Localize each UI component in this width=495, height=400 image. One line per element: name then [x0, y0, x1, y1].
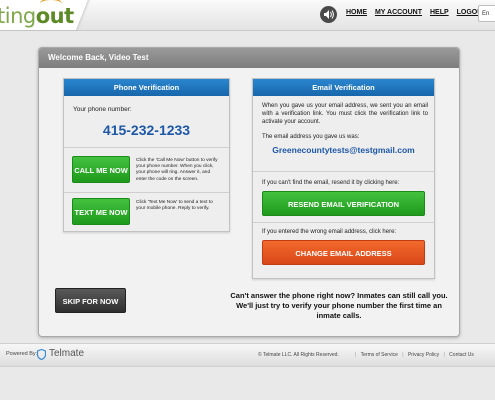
privacy-policy-link[interactable]: Privacy Policy [408, 352, 439, 358]
email-address-label: The email address you gave us was: [262, 134, 360, 140]
top-nav-links: HOME MY ACCOUNT HELP LOGOUT [346, 9, 493, 16]
footer-links: | Terms of Service | Privacy Policy | Co… [352, 352, 474, 358]
logo-main-text: ting [0, 4, 36, 28]
call-me-now-button[interactable]: CALL ME NOW [72, 156, 130, 183]
text-me-description: Click 'Text Me Now' to send a text to yo… [136, 200, 213, 212]
powered-by-label: Powered By: [6, 351, 38, 357]
speaker-icon[interactable] [320, 6, 337, 23]
text-me-now-button[interactable]: TEXT ME NOW [72, 198, 130, 225]
email-address-value: Greenecountytests@testgmail.com [272, 145, 415, 155]
phone-verification-title: Phone Verification [64, 79, 229, 96]
welcome-header: Welcome Back, Video Test [39, 48, 459, 68]
nav-home-link[interactable]: HOME [346, 9, 367, 16]
copyright-text: © Telmate LLC. All Rights Reserved. [258, 352, 339, 358]
top-navigation-bar: tingout HOME MY ACCOUNT HELP LOGOUT En [0, 0, 495, 31]
separator: | [402, 352, 404, 358]
site-logo[interactable]: tingout [0, 4, 74, 28]
separator: | [443, 352, 445, 358]
page-footer: Powered By: Telmate © Telmate LLC. All R… [0, 343, 495, 367]
divider [64, 147, 229, 148]
logo-accent-text: out [35, 4, 74, 28]
verification-panel: Welcome Back, Video Test Phone Verificat… [38, 47, 460, 337]
divider [253, 222, 434, 223]
call-me-description: Click the 'Call Me Now' button to verify… [136, 158, 218, 182]
phone-number-label: Your phone number: [73, 106, 132, 113]
email-verification-box: Email Verification When you gave us your… [252, 78, 435, 279]
change-email-prompt-text: If you entered the wrong email address, … [262, 229, 397, 235]
telmate-brand[interactable]: Telmate [49, 348, 84, 359]
email-intro-text: When you gave us your email address, we … [262, 103, 428, 126]
telmate-shield-icon [37, 349, 46, 360]
nav-help-link[interactable]: HELP [430, 9, 449, 16]
change-email-address-button[interactable]: CHANGE EMAIL ADDRESS [262, 240, 425, 265]
language-select[interactable]: En [478, 5, 495, 22]
skip-note-text: Can't answer the phone right now? Inmate… [230, 291, 448, 320]
divider [253, 171, 434, 172]
phone-verification-box: Phone Verification Your phone number: 41… [63, 78, 230, 232]
email-verification-title: Email Verification [253, 79, 434, 96]
resend-email-verification-button[interactable]: RESEND EMAIL VERIFICATION [262, 191, 425, 216]
divider [64, 192, 229, 193]
nav-my-account-link[interactable]: MY ACCOUNT [375, 9, 422, 16]
skip-for-now-button[interactable]: SKIP FOR NOW [55, 288, 126, 313]
contact-us-link[interactable]: Contact Us [449, 352, 474, 358]
phone-number-value: 415-232-1233 [102, 122, 191, 138]
resend-prompt-text: If you can't find the email, resend it b… [262, 180, 400, 186]
separator: | [355, 352, 357, 358]
terms-of-service-link[interactable]: Terms of Service [361, 352, 398, 358]
